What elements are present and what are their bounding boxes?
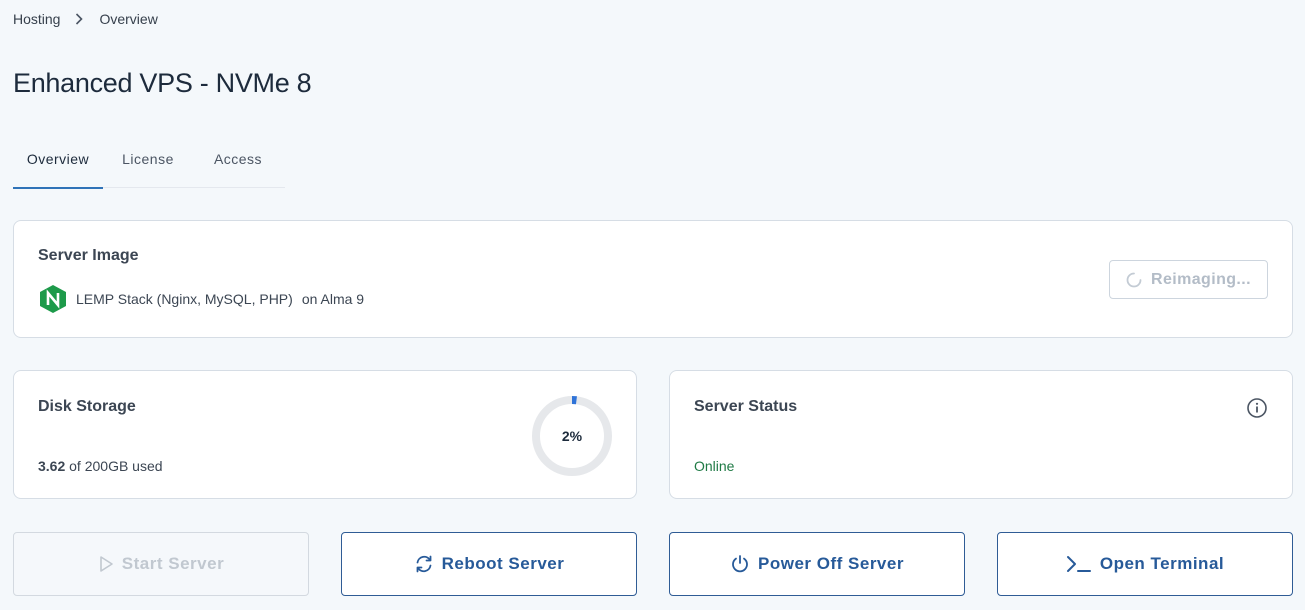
server-status-title: Server Status bbox=[694, 398, 798, 415]
disk-usage-text: 3.62 of 200GB used bbox=[38, 458, 163, 474]
start-server-button[interactable]: Start Server bbox=[13, 532, 309, 596]
start-server-label: Start Server bbox=[121, 554, 225, 573]
server-image-card: Server Image LEMP Stack (Nginx, MySQL, P… bbox=[13, 220, 1293, 338]
server-status-card: Server Status Online bbox=[669, 370, 1293, 499]
reimage-label: Reimaging... bbox=[1151, 270, 1251, 288]
nginx-logo-icon bbox=[39, 284, 67, 314]
refresh-icon bbox=[416, 555, 432, 573]
reboot-server-button[interactable]: Reboot Server bbox=[341, 532, 637, 596]
terminal-icon bbox=[1066, 556, 1091, 572]
tab-overview[interactable]: Overview bbox=[13, 138, 103, 189]
disk-total-text: of 200GB used bbox=[69, 458, 163, 474]
breadcrumb-current: Overview bbox=[99, 11, 158, 27]
server-image-os: on Alma 9 bbox=[301, 291, 365, 307]
spinner-icon bbox=[1126, 272, 1142, 287]
disk-storage-card: Disk Storage 3.62 of 200GB used 2% bbox=[13, 370, 637, 499]
tab-license[interactable]: License bbox=[103, 138, 193, 188]
server-image-info: LEMP Stack (Nginx, MySQL, PHP) on Alma 9 bbox=[39, 284, 364, 314]
page-title: Enhanced VPS - NVMe 8 bbox=[13, 68, 312, 98]
tab-bar: Overview License Access bbox=[13, 138, 285, 189]
disk-storage-title: Disk Storage bbox=[38, 398, 136, 415]
open-terminal-button[interactable]: Open Terminal bbox=[997, 532, 1293, 596]
power-off-server-label: Power Off Server bbox=[758, 554, 904, 573]
reimage-button[interactable]: Reimaging... bbox=[1109, 260, 1268, 299]
server-image-stack: LEMP Stack (Nginx, MySQL, PHP) bbox=[76, 291, 293, 307]
reboot-server-label: Reboot Server bbox=[441, 554, 565, 573]
info-icon[interactable] bbox=[1246, 397, 1268, 419]
breadcrumb-hosting[interactable]: Hosting bbox=[13, 11, 60, 27]
play-icon bbox=[99, 556, 113, 572]
server-image-title: Server Image bbox=[38, 247, 139, 264]
breadcrumb: Hosting Overview bbox=[13, 11, 158, 27]
disk-used-value: 3.62 bbox=[38, 458, 66, 474]
server-status-value: Online bbox=[694, 458, 735, 474]
open-terminal-label: Open Terminal bbox=[1099, 554, 1225, 573]
power-off-server-button[interactable]: Power Off Server bbox=[669, 532, 965, 596]
tab-access[interactable]: Access bbox=[193, 138, 283, 188]
disk-usage-percent: 2% bbox=[561, 428, 583, 444]
chevron-right-icon bbox=[75, 13, 84, 25]
power-icon bbox=[732, 555, 748, 573]
